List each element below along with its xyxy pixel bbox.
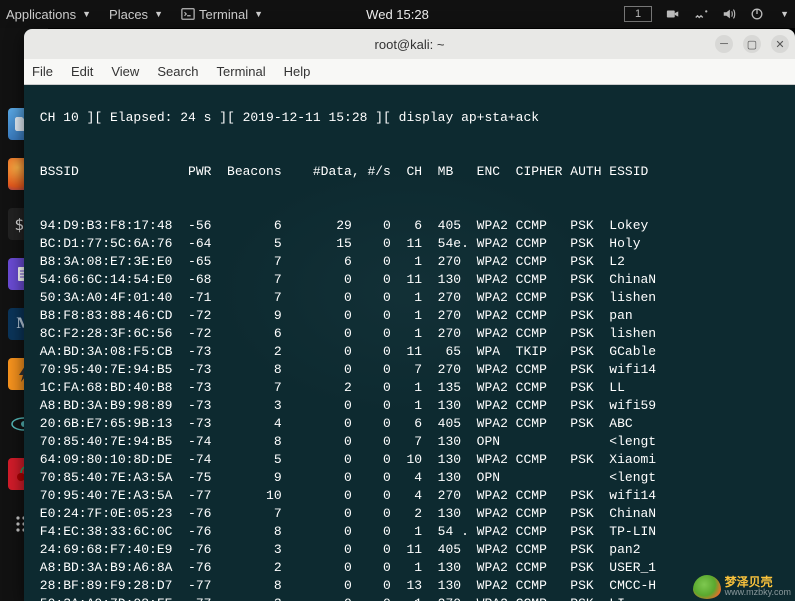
maximize-button[interactable]: ▢	[743, 35, 761, 53]
menu-help[interactable]: Help	[284, 64, 311, 79]
power-icon[interactable]	[750, 7, 764, 21]
watermark-title: 梦泽贝壳	[725, 577, 791, 587]
system-menu-chevron-icon[interactable]: ▼	[780, 9, 789, 19]
watermark-url: www.mzbky.com	[725, 587, 791, 597]
column-headers: BSSID PWR Beacons #Data, #/s CH MB ENC C…	[32, 163, 793, 181]
menu-file[interactable]: File	[32, 64, 53, 79]
volume-icon[interactable]	[722, 7, 736, 21]
menu-search[interactable]: Search	[157, 64, 198, 79]
gnome-topbar: Applications▼ Places▼ Terminal▼ Wed 15:2…	[0, 0, 795, 28]
menubar: File Edit View Search Terminal Help	[24, 59, 795, 85]
terminal-window: root@kali: ~ ─ ▢ ✕ File Edit View Search…	[24, 29, 795, 601]
applications-menu[interactable]: Applications▼	[6, 7, 91, 22]
workspace-indicator[interactable]: 1	[624, 6, 652, 22]
window-title: root@kali: ~	[375, 37, 445, 52]
places-menu[interactable]: Places▼	[109, 7, 163, 22]
watermark-logo-icon	[693, 575, 721, 599]
ap-list: 94:D9:B3:F8:17:48 -56 6 29 0 6 405 WPA2 …	[32, 217, 793, 601]
close-button[interactable]: ✕	[771, 35, 789, 53]
menu-edit[interactable]: Edit	[71, 64, 93, 79]
menu-terminal[interactable]: Terminal	[217, 64, 266, 79]
clock[interactable]: Wed 15:28	[366, 7, 429, 22]
terminal-output[interactable]: CH 10 ][ Elapsed: 24 s ][ 2019-12-11 15:…	[24, 85, 795, 601]
video-icon[interactable]	[666, 7, 680, 21]
titlebar[interactable]: root@kali: ~ ─ ▢ ✕	[24, 29, 795, 59]
desktop: $_ M root@kali: ~ ─ ▢ ✕	[0, 28, 795, 601]
minimize-button[interactable]: ─	[715, 35, 733, 53]
terminal-app-menu[interactable]: Terminal▼	[181, 7, 263, 22]
airodump-header: CH 10 ][ Elapsed: 24 s ][ 2019-12-11 15:…	[32, 109, 793, 127]
watermark: 梦泽贝壳 www.mzbky.com	[693, 575, 791, 599]
menu-view[interactable]: View	[111, 64, 139, 79]
network-icon[interactable]	[694, 7, 708, 21]
terminal-icon	[181, 7, 195, 21]
